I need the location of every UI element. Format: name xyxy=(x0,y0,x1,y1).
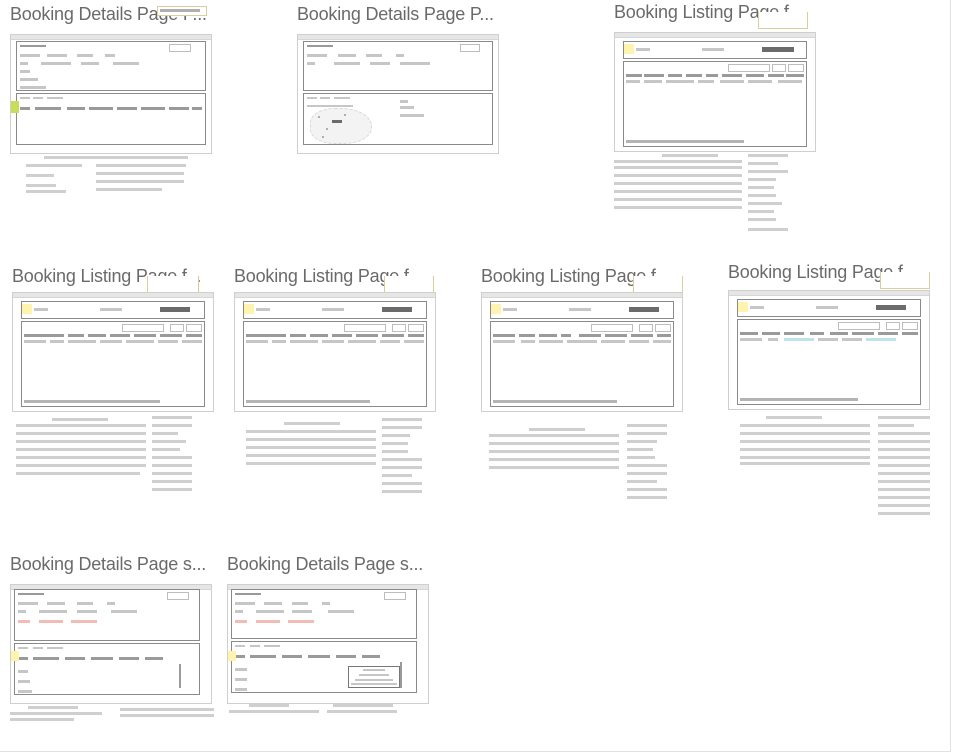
overlay-tag xyxy=(384,276,434,293)
page-card-booking-details-3[interactable]: Booking Details Page s... xyxy=(10,554,216,726)
page-card-title: Booking Details Page s... xyxy=(227,554,424,574)
wire-tabs-panel xyxy=(14,643,200,695)
page-thumbnail xyxy=(12,292,214,412)
wire-header-panel xyxy=(303,41,493,91)
thumbnail-titlebar xyxy=(729,291,929,296)
thumbnail-titlebar xyxy=(235,293,435,298)
wire-tabs-panel xyxy=(231,641,417,693)
wire-popup xyxy=(348,666,400,688)
wire-header-panel xyxy=(623,41,807,59)
page-card-booking-listing-5[interactable]: Booking Listing Page f... xyxy=(728,262,934,518)
thumbnail-titlebar xyxy=(11,35,211,40)
overlay-tag xyxy=(758,12,808,29)
page-card-booking-details-2[interactable]: Booking Details Page P... xyxy=(297,4,499,154)
page-thumbnail xyxy=(10,584,212,704)
wire-map-panel xyxy=(303,93,493,145)
thumbnail-titlebar xyxy=(615,33,815,38)
thumbnail-titlebar xyxy=(482,293,682,298)
page-thumbnail xyxy=(10,34,212,154)
highlight-marker xyxy=(228,651,236,661)
wire-header-panel xyxy=(16,41,206,91)
page-card-booking-details-4[interactable]: Booking Details Page s... xyxy=(227,554,429,726)
wire-table-panel xyxy=(243,321,427,407)
highlight-marker xyxy=(11,101,19,113)
page-thumbnail xyxy=(227,584,429,704)
design-board: Booking Details Page P... Booking Detail… xyxy=(0,0,956,754)
page-card-title: Booking Details Page s... xyxy=(10,554,207,574)
overlay-tag xyxy=(157,6,207,16)
wire-table-panel xyxy=(623,61,807,147)
wire-header-panel xyxy=(21,301,205,319)
page-thumbnail xyxy=(234,292,436,412)
overlay-tag xyxy=(633,276,683,293)
wire-header-panel xyxy=(243,301,427,319)
wire-table-panel xyxy=(490,321,674,407)
page-card-title: Booking Details Page P... xyxy=(297,4,494,24)
page-thumbnail xyxy=(481,292,683,412)
page-card-booking-listing-2[interactable]: Booking Listing Page f... xyxy=(12,266,214,496)
wire-table-panel xyxy=(21,321,205,407)
wire-header-panel xyxy=(14,589,200,641)
thumbnail-titlebar xyxy=(298,35,498,40)
wire-tabs-panel xyxy=(16,93,206,145)
wire-header-panel xyxy=(490,301,674,319)
wire-header-panel xyxy=(231,589,417,639)
page-card-booking-listing-1[interactable]: Booking Listing Page f... xyxy=(614,2,816,238)
map-preview xyxy=(310,108,372,144)
wire-header-panel xyxy=(737,299,921,317)
page-thumbnail xyxy=(614,32,816,152)
page-card-booking-details-1[interactable]: Booking Details Page P... xyxy=(10,4,212,194)
page-card-booking-listing-4[interactable]: Booking Listing Page f... xyxy=(481,266,683,502)
page-thumbnail xyxy=(297,34,499,154)
highlight-marker xyxy=(11,651,19,661)
overlay-tag xyxy=(147,276,199,293)
page-thumbnail xyxy=(728,290,930,410)
wire-table-panel xyxy=(737,319,921,405)
page-card-booking-listing-3[interactable]: Booking Listing Page f... xyxy=(234,266,436,496)
overlay-tag xyxy=(880,272,930,289)
thumbnail-titlebar xyxy=(13,293,213,298)
